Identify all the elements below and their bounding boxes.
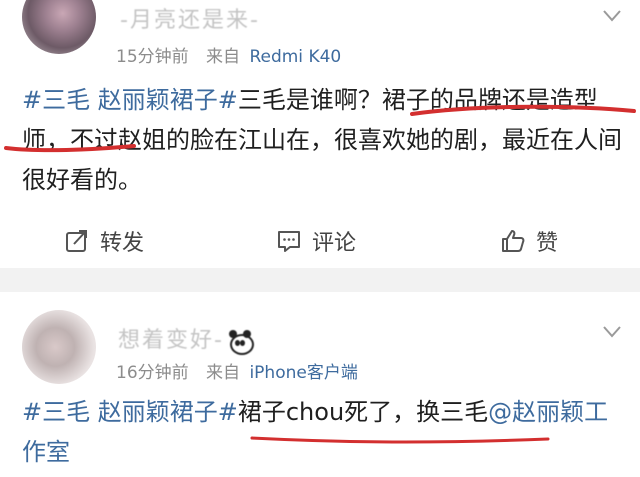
chevron-down-icon[interactable] (602, 324, 622, 344)
post-separator (0, 268, 640, 292)
weibo-post-1: -月亮还是来- 15分钟前 来自 Redmi K40 #三毛 赵丽颖裙子#三毛是… (0, 0, 640, 268)
repost-icon (66, 230, 87, 252)
like-icon (502, 230, 525, 252)
from-label: 来自 (206, 47, 241, 67)
comment-label: 评论 (312, 231, 357, 256)
hashtag-link[interactable]: #三毛 赵丽颖裙子# (22, 86, 238, 114)
panda-emoji-icon (228, 330, 254, 355)
action-bar: 转发 评论 赞 (0, 216, 640, 266)
avatar[interactable] (22, 310, 96, 384)
repost-button[interactable]: 转发 (64, 216, 144, 266)
username[interactable]: 想着变好- (118, 328, 224, 353)
username[interactable]: -月亮还是来- (120, 2, 260, 34)
comment-button[interactable]: 评论 (276, 216, 356, 266)
device-link[interactable]: Redmi K40 (249, 47, 341, 67)
like-label: 赞 (536, 231, 559, 256)
chevron-down-icon[interactable] (602, 8, 622, 28)
post-time: 15分钟前 (116, 47, 189, 67)
comment-icon (278, 231, 300, 252)
from-label: 来自 (206, 363, 241, 383)
post-body: 裙子chou死了，换三毛 (237, 398, 489, 426)
post-text: #三毛 赵丽颖裙子#裙子chou死了，换三毛@赵丽颖工作室 (22, 392, 632, 472)
device-link[interactable]: iPhone客户端 (249, 363, 357, 383)
post-meta: 16分钟前 来自 iPhone客户端 (116, 358, 358, 383)
like-button[interactable]: 赞 (500, 216, 558, 266)
username-row: 想着变好- (118, 322, 254, 355)
hashtag-link[interactable]: #三毛 赵丽颖裙子# (22, 398, 238, 426)
post-time: 16分钟前 (116, 363, 189, 383)
post-text: #三毛 赵丽颖裙子#三毛是谁啊？裙子的品牌还是造型师，不过赵姐的脸在江山在，很喜… (22, 80, 632, 200)
post-meta: 15分钟前 来自 Redmi K40 (116, 42, 341, 67)
repost-label: 转发 (100, 231, 145, 256)
avatar[interactable] (22, 0, 96, 54)
weibo-post-2: 16分钟前 来自 iPhone客户端 #三毛 赵丽颖裙子#裙子chou死了，换三… (0, 292, 640, 477)
